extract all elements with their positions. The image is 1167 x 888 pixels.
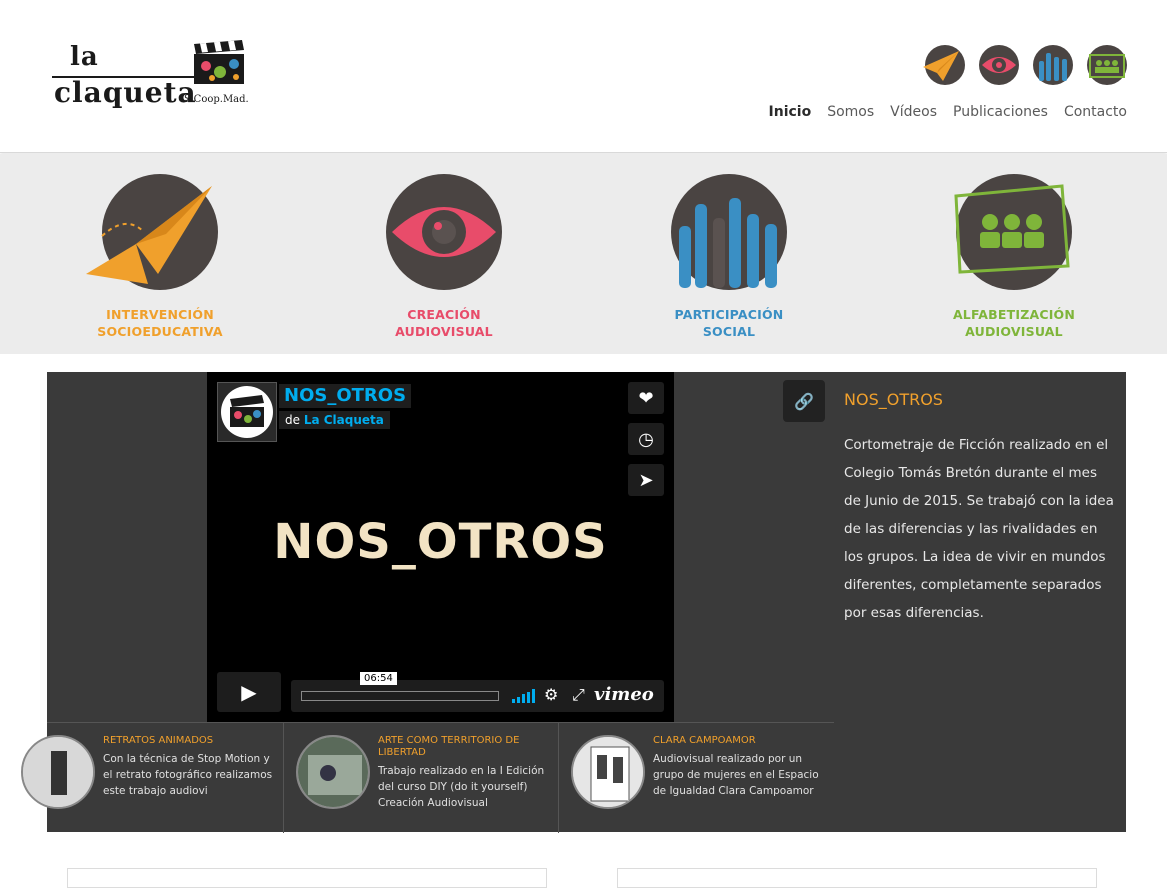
byline-prefix: de (285, 413, 300, 427)
video-title[interactable]: NOS_OTROS (279, 384, 412, 408)
fullscreen-icon[interactable]: ⤢ (572, 685, 585, 705)
service-intervencion[interactable]: INTERVENCIÓN SOCIOEDUCATIVA (70, 174, 250, 340)
player-side-buttons: ❤ ◷ ➤ (628, 382, 664, 496)
service-label-1: CREACIÓN (407, 307, 481, 322)
clapperboard-icon (221, 386, 273, 438)
link-icon[interactable]: 🔗 (783, 380, 825, 422)
description-title: NOS_OTROS (844, 390, 943, 409)
service-label-2: SOCIAL (702, 324, 756, 339)
related-video-item[interactable]: ARTE COMO TERRITORIO DE LIBERTAD Trabajo… (284, 723, 559, 833)
hands-icon (671, 174, 787, 290)
related-video-title[interactable]: RETRATOS ANIMADOS (103, 735, 278, 747)
content-box-left (67, 868, 547, 888)
related-video-title[interactable]: ARTE COMO TERRITORIO DE LIBERTAD (378, 735, 548, 759)
control-bar: 06:54 ⚙ ⤢ vimeo (291, 672, 664, 712)
nav-videos[interactable]: Vídeos (890, 104, 937, 120)
clock-icon[interactable]: ◷ (628, 423, 664, 455)
video-thumbnail (296, 735, 370, 809)
progress-bar[interactable] (301, 691, 499, 701)
nav-publicaciones[interactable]: Publicaciones (953, 104, 1048, 120)
video-description-panel: NOS_OTROS Cortometraje de Ficción realiz… (834, 372, 1126, 832)
content-box-right (617, 868, 1097, 888)
video-thumbnail (21, 735, 95, 809)
service-label-2: AUDIOVISUAL (965, 324, 1063, 339)
service-creacion[interactable]: CREACIÓN AUDIOVISUAL (354, 174, 534, 340)
author-link[interactable]: La Claqueta (304, 413, 384, 427)
hands-icon[interactable] (1033, 45, 1073, 85)
related-videos: RETRATOS ANIMADOS Con la técnica de Stop… (21, 722, 834, 833)
logo-word-claqueta: claqueta (54, 76, 197, 109)
nav-contacto[interactable]: Contacto (1064, 104, 1127, 120)
video-area: NOS_OTROS de La Claqueta ❤ ◷ ➤ NOS_OTROS… (47, 372, 834, 722)
service-label-2: SOCIOEDUCATIVA (97, 324, 223, 339)
service-label-2: AUDIOVISUAL (395, 324, 493, 339)
service-label-1: ALFABETIZACIÓN (952, 307, 1076, 322)
heart-icon[interactable]: ❤ (628, 382, 664, 414)
eye-icon[interactable] (979, 45, 1019, 85)
video-frame-text: NOS_OTROS (273, 514, 608, 570)
related-video-title[interactable]: CLARA CAMPOAMOR (653, 735, 828, 747)
header-icon-bar (923, 45, 1127, 85)
nav-inicio[interactable]: Inicio (769, 104, 812, 120)
related-video-item[interactable]: RETRATOS ANIMADOS Con la técnica de Stop… (21, 723, 284, 833)
clapperboard-icon (194, 40, 244, 84)
related-video-text: Trabajo realizado en la I Edición del cu… (378, 765, 545, 809)
player-controls: ▶ 06:54 ⚙ ⤢ vimeo (217, 672, 664, 712)
related-video-item[interactable]: CLARA CAMPOAMOR Audiovisual realizado po… (559, 723, 834, 833)
related-video-text: Audiovisual realizado por un grupo de mu… (653, 753, 819, 797)
vimeo-logo[interactable]: vimeo (594, 684, 654, 705)
services-bar: INTERVENCIÓN SOCIOEDUCATIVA CREACIÓN AUD… (0, 154, 1167, 354)
video-thumbnail (571, 735, 645, 809)
service-label-1: PARTICIPACIÓN (674, 307, 784, 322)
site-header: la claqueta S.Coop.Mad. Inicio Somos Víd… (0, 0, 1167, 153)
related-video-text: Con la técnica de Stop Motion y el retra… (103, 753, 273, 797)
people-icon[interactable] (1087, 45, 1127, 85)
service-participacion[interactable]: PARTICIPACIÓN SOCIAL (639, 174, 819, 340)
paper-plane-icon[interactable] (923, 45, 965, 85)
nav-somos[interactable]: Somos (827, 104, 874, 120)
volume-icon[interactable] (512, 689, 536, 703)
paper-plane-icon (86, 174, 218, 290)
featured-video-section: NOS_OTROS de La Claqueta ❤ ◷ ➤ NOS_OTROS… (21, 372, 1126, 833)
time-tooltip: 06:54 (360, 672, 397, 685)
send-icon[interactable]: ➤ (628, 464, 664, 496)
author-avatar[interactable] (217, 382, 277, 442)
site-logo[interactable]: la claqueta S.Coop.Mad. (52, 36, 252, 122)
settings-icon[interactable]: ⚙ (544, 685, 558, 704)
video-player[interactable]: NOS_OTROS de La Claqueta ❤ ◷ ➤ NOS_OTROS… (207, 372, 674, 722)
people-icon (954, 174, 1072, 290)
play-icon[interactable]: ▶ (217, 672, 281, 712)
service-label-1: INTERVENCIÓN (106, 307, 214, 322)
main-nav: Inicio Somos Vídeos Publicaciones Contac… (769, 104, 1127, 120)
video-byline: de La Claqueta (279, 411, 390, 429)
description-text: Cortometraje de Ficción realizado en el … (844, 437, 1114, 621)
service-alfabetizacion[interactable]: ALFABETIZACIÓN AUDIOVISUAL (924, 174, 1104, 340)
eye-icon (386, 174, 502, 290)
logo-word-la: la (70, 42, 99, 72)
logo-suffix: S.Coop.Mad. (184, 94, 249, 105)
